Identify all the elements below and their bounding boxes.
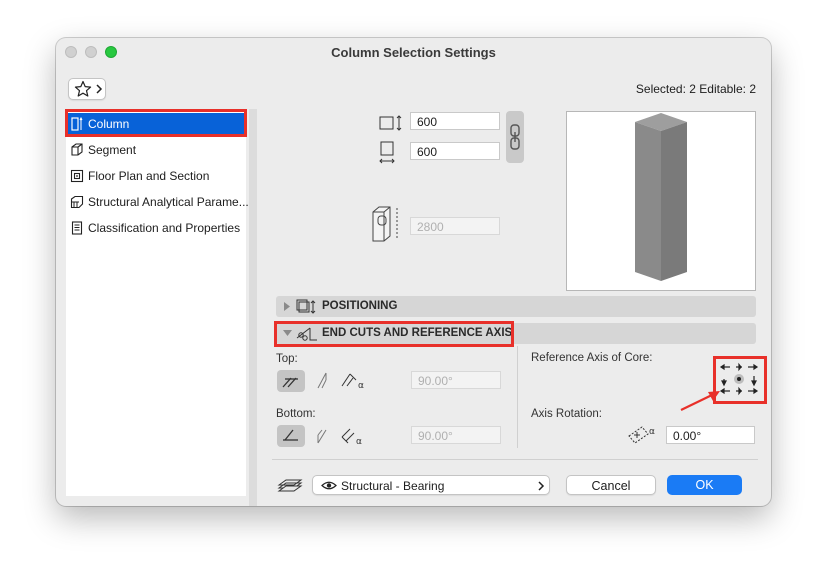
sidebar-item-segment[interactable]: Segment xyxy=(66,139,246,161)
top-cut-custom-angle-button[interactable]: α xyxy=(338,370,370,392)
bottom-angle-input[interactable]: 90.00° xyxy=(411,426,501,444)
horizontal-cut-icon xyxy=(317,372,327,389)
top-cut-horizontal-button[interactable] xyxy=(308,370,336,392)
cancel-button[interactable]: Cancel xyxy=(566,475,656,495)
sidebar-divider[interactable] xyxy=(249,109,257,506)
expand-triangle-icon xyxy=(284,302,290,311)
selection-count: Selected: 2 Editable: 2 xyxy=(635,82,756,96)
perpendicular-cut-icon xyxy=(282,377,298,388)
sidebar-item-structural-analytical[interactable]: Structural Analytical Parame... xyxy=(66,191,249,213)
classification-icon xyxy=(71,221,83,235)
sidebar: Column Segment Floor Plan and Section St… xyxy=(65,109,249,496)
red-arrow-annotation xyxy=(680,391,720,411)
structural-analytical-icon xyxy=(70,195,84,209)
eye-icon xyxy=(321,481,337,490)
bottom-cut-perpendicular-button[interactable] xyxy=(277,425,305,447)
axis-rotation-icon: α xyxy=(628,426,655,444)
highlight-end-cuts xyxy=(274,321,514,347)
dialog-window: Column Selection Settings Selected: 2 Ed… xyxy=(56,38,771,506)
perpendicular-cut-icon xyxy=(283,429,298,441)
svg-text:α: α xyxy=(356,437,362,447)
horizontal-cut-icon xyxy=(317,429,327,444)
custom-angle-cut-icon: α xyxy=(341,428,362,447)
structural-function-select[interactable]: Structural - Bearing xyxy=(312,475,550,495)
sidebar-item-label: Segment xyxy=(88,143,137,157)
ok-button[interactable]: OK xyxy=(667,475,742,495)
highlight-column xyxy=(65,109,247,137)
height-input[interactable]: 2800 xyxy=(410,217,500,235)
chevron-right-icon xyxy=(96,84,103,94)
segment-icon xyxy=(71,143,83,156)
top-angle-input[interactable]: 90.00° xyxy=(411,371,501,389)
axis-rotation-label: Axis Rotation: xyxy=(531,408,602,420)
width-input[interactable]: 600 xyxy=(410,112,500,130)
title-bar: Column Selection Settings xyxy=(56,38,771,66)
svg-text:α: α xyxy=(358,381,364,391)
column-preview xyxy=(566,111,756,291)
structural-function-value: Structural - Bearing xyxy=(341,479,445,493)
layers-icon xyxy=(277,479,303,492)
window-title: Column Selection Settings xyxy=(331,45,496,60)
sidebar-item-classification[interactable]: Classification and Properties xyxy=(66,217,246,239)
section-divider xyxy=(517,346,518,448)
positioning-icon xyxy=(296,299,316,314)
top-label: Top: xyxy=(276,353,298,365)
link-dimensions-toggle[interactable] xyxy=(506,111,524,163)
reference-axis-label: Reference Axis of Core: xyxy=(531,352,653,364)
svg-text:α: α xyxy=(649,427,655,437)
sidebar-item-label: Floor Plan and Section xyxy=(88,169,210,183)
positioning-section-label: POSITIONING xyxy=(322,300,398,312)
column-3d-preview-image xyxy=(635,113,687,281)
chain-link-icon xyxy=(510,124,520,150)
footer-divider xyxy=(272,459,758,460)
floor-plan-icon xyxy=(70,169,84,183)
bottom-cut-horizontal-button[interactable] xyxy=(308,425,336,447)
bottom-cut-custom-angle-button[interactable]: α xyxy=(338,425,370,447)
sidebar-item-label: Structural Analytical Parame... xyxy=(88,195,249,209)
top-cut-perpendicular-button[interactable] xyxy=(277,370,305,392)
bottom-label: Bottom: xyxy=(276,408,316,420)
sidebar-item-floor-plan[interactable]: Floor Plan and Section xyxy=(66,165,246,187)
star-icon xyxy=(74,80,92,97)
favorites-button[interactable] xyxy=(68,78,106,100)
column-height-icon xyxy=(372,206,398,242)
depth-dimension-icon xyxy=(379,141,395,164)
width-dimension-icon xyxy=(379,115,402,131)
sidebar-item-label: Classification and Properties xyxy=(88,221,241,235)
chevron-right-icon xyxy=(538,481,545,491)
axis-rotation-input[interactable]: 0.00° xyxy=(666,426,755,444)
positioning-section-header[interactable]: POSITIONING xyxy=(276,296,756,317)
depth-input[interactable]: 600 xyxy=(410,142,500,160)
custom-angle-cut-icon: α xyxy=(341,373,364,391)
